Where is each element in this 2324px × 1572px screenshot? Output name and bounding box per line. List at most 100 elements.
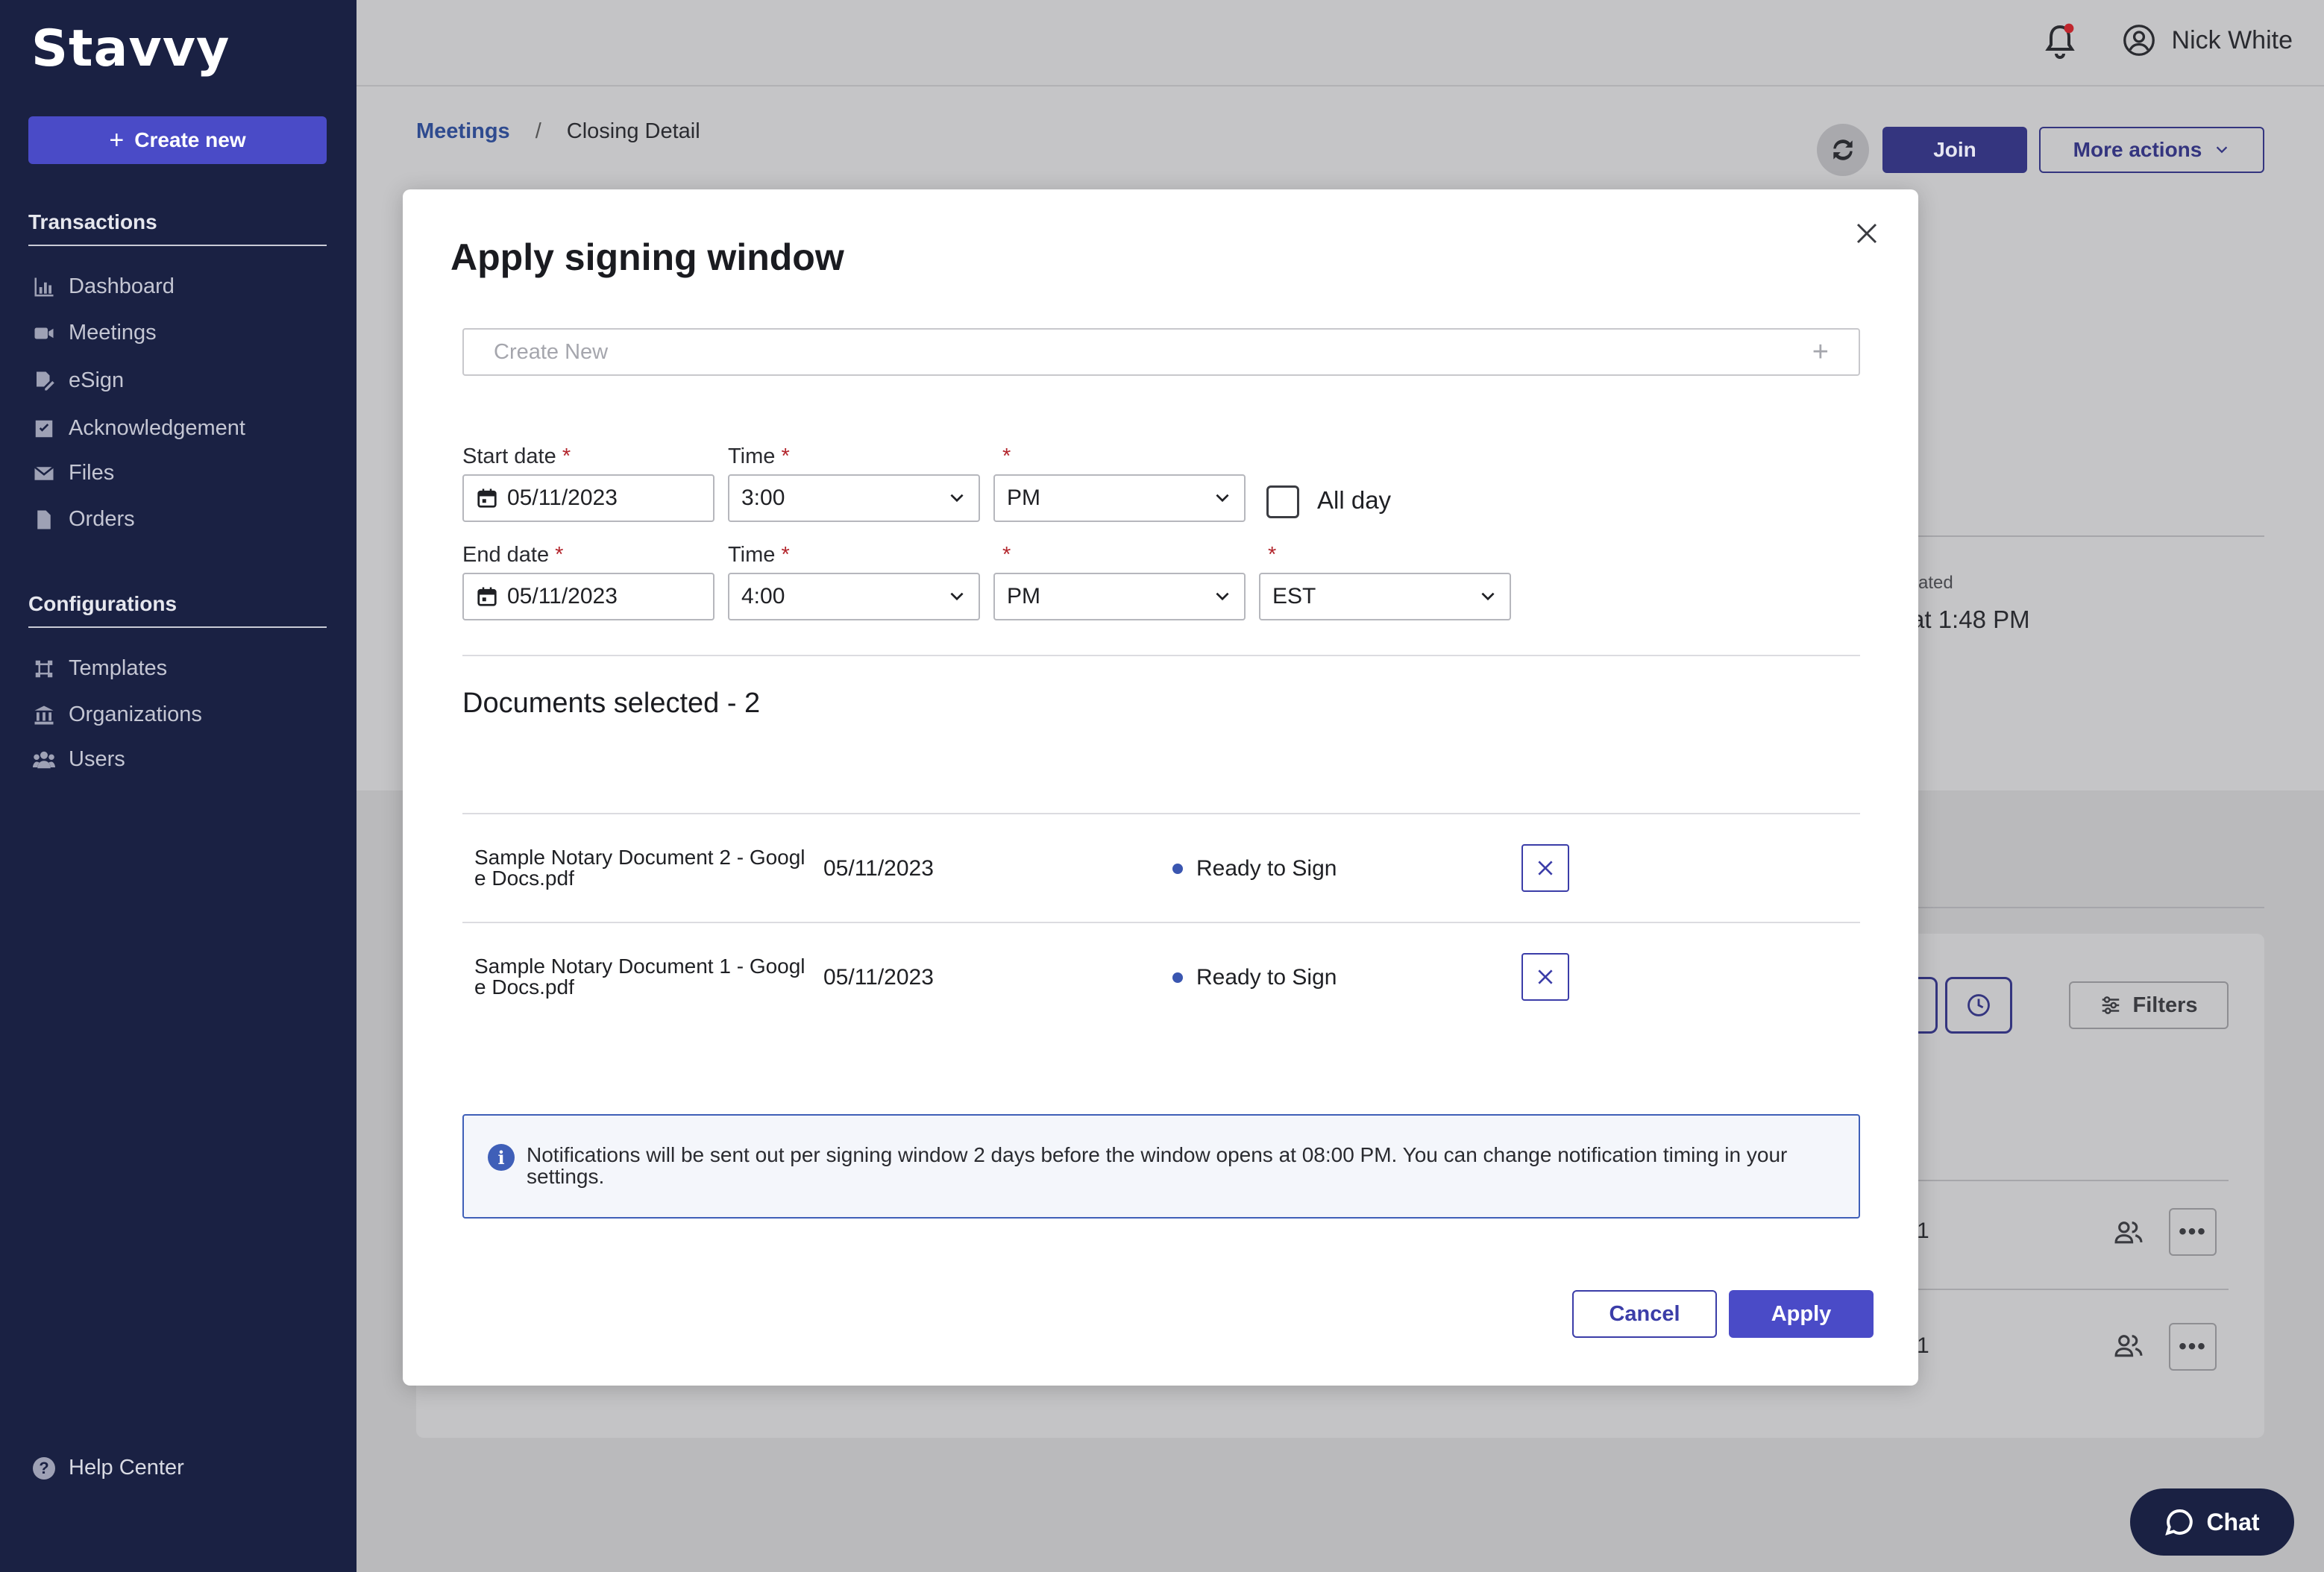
info-icon: i xyxy=(488,1144,515,1171)
row-more-button[interactable]: ••• xyxy=(2169,1208,2217,1256)
row-more-button[interactable]: ••• xyxy=(2169,1323,2217,1371)
create-new-button[interactable]: + Create new xyxy=(28,116,327,164)
all-day-checkbox[interactable] xyxy=(1266,485,1299,518)
remove-document-button[interactable] xyxy=(1521,844,1569,892)
section-title-transactions: Transactions xyxy=(28,210,327,246)
breadcrumb-separator: / xyxy=(535,119,541,143)
filters-button[interactable]: Filters xyxy=(2069,981,2229,1029)
apply-button[interactable]: Apply xyxy=(1729,1290,1874,1338)
participants-icon[interactable] xyxy=(2114,1219,2144,1249)
help-center-link[interactable]: ? Help Center xyxy=(33,1456,184,1480)
refresh-button[interactable] xyxy=(1817,124,1869,176)
sidebar-item-users[interactable]: Users xyxy=(33,747,125,772)
start-ampm-select[interactable]: PM xyxy=(993,474,1246,522)
document-status-label: Ready to Sign xyxy=(1196,856,1337,881)
sidebar-item-meetings[interactable]: Meetings xyxy=(33,321,157,345)
video-icon xyxy=(34,327,54,339)
plus-icon: + xyxy=(109,125,125,154)
close-button[interactable] xyxy=(1848,215,1885,252)
chevron-down-icon xyxy=(1481,592,1495,601)
sidebar-item-label: Templates xyxy=(69,656,168,680)
sidebar-item-acknowledgement[interactable]: Acknowledgement xyxy=(33,416,245,441)
refresh-icon xyxy=(1833,139,1853,160)
user-menu[interactable]: Nick White xyxy=(2123,24,2293,57)
end-ampm-label: * xyxy=(1002,543,1011,567)
sidebar-item-label: Acknowledgement xyxy=(69,416,245,440)
help-icon: ? xyxy=(33,1456,55,1480)
sidebar-item-organizations[interactable]: Organizations xyxy=(33,702,202,727)
sidebar-item-label: Orders xyxy=(69,507,135,531)
timezone-select[interactable]: EST xyxy=(1259,573,1511,620)
start-time-value: 3:00 xyxy=(741,485,785,510)
background-divider xyxy=(1918,907,2264,908)
section-title-configurations: Configurations xyxy=(28,592,327,628)
sidebar-item-orders[interactable]: Orders xyxy=(33,507,135,532)
chevron-down-icon xyxy=(1216,494,1229,503)
document-date: 05/11/2023 xyxy=(823,856,934,881)
ellipsis-icon: ••• xyxy=(2179,1219,2207,1244)
end-date-input[interactable]: 05/11/2023 xyxy=(462,573,715,620)
table-divider xyxy=(462,813,1860,814)
sidebar-item-label: Users xyxy=(69,747,125,771)
remove-document-button[interactable] xyxy=(1521,953,1569,1001)
breadcrumb: Meetings / Closing Detail xyxy=(416,119,700,144)
modal-title: Apply signing window xyxy=(450,236,844,278)
create-new-window-input[interactable]: Create New + xyxy=(462,328,1860,376)
end-ampm-select[interactable]: PM xyxy=(993,573,1246,620)
signature-icon xyxy=(37,371,54,390)
start-date-input[interactable]: 05/11/2023 xyxy=(462,474,715,522)
chat-bubble-icon xyxy=(2165,1509,2193,1535)
timezone-value: EST xyxy=(1272,584,1316,609)
notification-bell-icon[interactable] xyxy=(2042,22,2078,65)
background-row-text: 1 xyxy=(1917,1333,1929,1358)
more-actions-label: More actions xyxy=(2073,138,2202,161)
breadcrumb-meetings-link[interactable]: Meetings xyxy=(416,119,510,144)
chart-icon xyxy=(34,277,54,296)
document-status: Ready to Sign xyxy=(1172,965,1337,990)
sidebar-item-templates[interactable]: Templates xyxy=(33,656,167,681)
sliders-icon xyxy=(2102,996,2120,1014)
more-actions-button[interactable]: More actions xyxy=(2039,127,2264,173)
sidebar-item-dashboard[interactable]: Dashboard xyxy=(33,274,175,299)
timezone-label: * xyxy=(1268,543,1277,567)
sidebar-item-label: Files xyxy=(69,461,115,485)
close-icon xyxy=(1856,223,1877,244)
documents-selected-title: Documents selected - 2 xyxy=(462,688,761,719)
status-dot-icon xyxy=(1172,864,1183,874)
schedule-view-button[interactable] xyxy=(1945,977,2012,1034)
document-status: Ready to Sign xyxy=(1172,856,1337,881)
chevron-down-icon xyxy=(950,494,964,503)
start-time-label: Time * xyxy=(728,444,790,468)
plus-icon: + xyxy=(1812,336,1829,368)
sidebar: Stavvy + Create new Transactions Dashboa… xyxy=(0,0,357,1572)
end-time-label: Time * xyxy=(728,543,790,567)
start-ampm-value: PM xyxy=(1007,485,1040,510)
participants-icon[interactable] xyxy=(2114,1332,2144,1362)
document-name: Sample Notary Document 1 - Google Docs.p… xyxy=(474,955,805,999)
chat-label: Chat xyxy=(2206,1508,2260,1535)
calendar-icon xyxy=(477,488,497,508)
chevron-down-icon xyxy=(950,592,964,601)
bank-icon xyxy=(34,705,54,724)
help-center-label: Help Center xyxy=(69,1456,184,1480)
cancel-button[interactable]: Cancel xyxy=(1572,1290,1717,1338)
section-divider xyxy=(462,655,1860,656)
end-ampm-value: PM xyxy=(1007,584,1040,609)
file-icon xyxy=(37,510,51,529)
chat-button[interactable]: Chat xyxy=(2130,1488,2294,1556)
template-icon xyxy=(35,660,53,677)
table-row-divider xyxy=(462,922,1860,923)
top-bar: Nick White xyxy=(357,0,2324,87)
ellipsis-icon: ••• xyxy=(2179,1334,2207,1359)
end-time-select[interactable]: 4:00 xyxy=(728,573,980,620)
sidebar-item-esign[interactable]: eSign xyxy=(33,368,124,393)
user-avatar-icon xyxy=(2123,25,2155,56)
end-time-value: 4:00 xyxy=(741,584,785,609)
join-button[interactable]: Join xyxy=(1882,127,2027,173)
users-icon xyxy=(33,751,55,768)
create-new-placeholder: Create New xyxy=(494,339,609,364)
start-time-select[interactable]: 3:00 xyxy=(728,474,980,522)
close-icon xyxy=(1538,969,1553,984)
calendar-icon xyxy=(477,587,497,606)
sidebar-item-files[interactable]: Files xyxy=(33,461,114,485)
